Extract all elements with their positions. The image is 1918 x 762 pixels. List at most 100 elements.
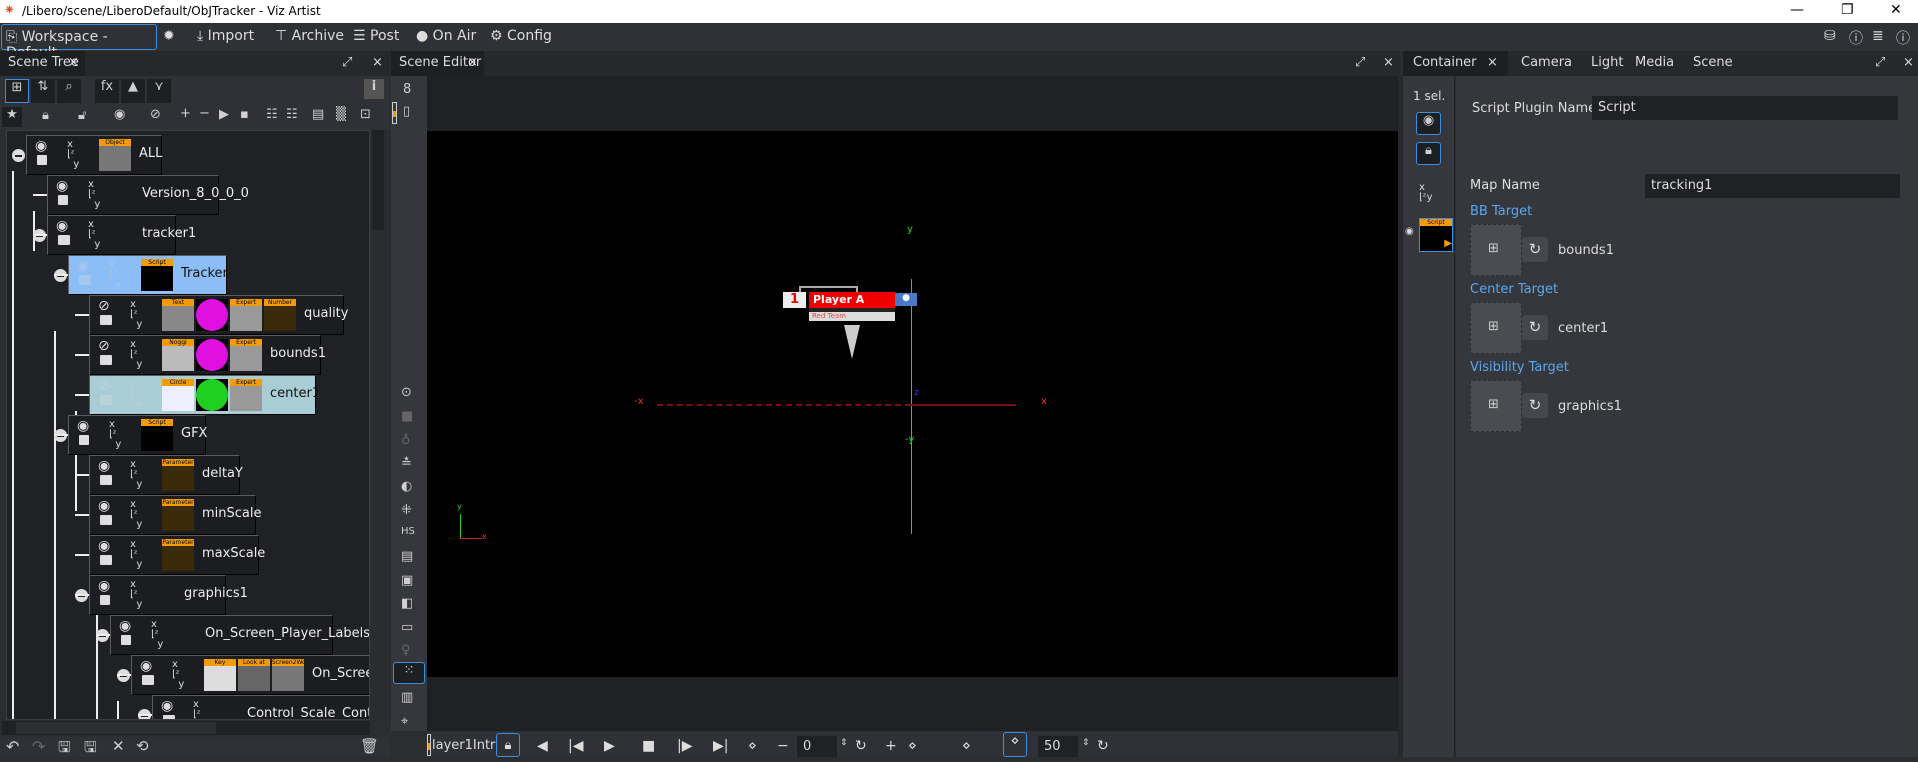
tree-row-center1[interactable]: ⊘ x ⌊ᶻ y Circle Expert center1 [89,375,320,415]
tree-row-bounds1[interactable]: ⊘ x ⌊ᶻ y Noggi Expert bounds1 [89,335,326,375]
play-icon[interactable]: ▶ [219,107,229,122]
lock-icon[interactable]: 🔒︎ [1416,142,1441,165]
tree-row-gfx[interactable]: ◉ x ⌊ᶻ y Script GFX [68,415,207,455]
unlock-all-icon[interactable]: 🔓︎ [78,108,86,123]
spin-arrows-icon[interactable]: ⇕ [1082,738,1090,748]
maximize-icon[interactable]: ⤢ [1875,55,1885,70]
end-frame-field[interactable]: 50 [1038,736,1078,757]
keyframe-icon[interactable]: ⋄ [962,738,971,754]
lock-icon[interactable] [100,555,112,565]
render-viewport[interactable]: y -y -x x z 1 Player A ● Red Team y x [427,131,1398,677]
tree-vertical-scrollbar[interactable] [371,130,385,722]
trash-icon[interactable]: 🗑︎ [360,737,379,755]
eye-icon[interactable]: ◉ [119,618,131,634]
tab-light[interactable]: Light [1591,55,1623,70]
hs-icon[interactable]: HS [401,526,415,537]
lock-icon[interactable] [58,235,70,245]
lock-icon[interactable] [100,515,112,525]
tree-sort-icon[interactable]: ⇅ [31,79,55,103]
info-button[interactable]: i [364,79,384,99]
camera-icon[interactable]: ■ [401,409,413,424]
plugin-thumbnail[interactable]: Number [264,299,296,331]
plugin-thumbnail[interactable] [196,339,228,371]
lock-icon[interactable] [100,315,112,325]
camera-snapshot-icon[interactable]: ⊙ [401,385,412,400]
lock-icon[interactable] [100,355,112,365]
lock-icon[interactable] [142,675,154,685]
plugin-thumbnail[interactable]: Key [204,659,236,691]
tab-scene-editor[interactable]: Scene Editor × [391,51,484,76]
decrement-icon[interactable]: − [777,738,789,754]
transform-icon[interactable]: ⁜ [401,503,412,518]
go-to-end-icon[interactable]: ▶| [713,738,728,754]
plugin-thumbnail[interactable]: Expert [230,299,262,331]
transform-axis-icon[interactable]: x⌊ᶻ y [130,580,142,610]
bb-target-reset-icon[interactable]: ↻ [1522,237,1548,262]
transform-axis-icon[interactable]: x⌊ᶻ y [172,660,184,690]
unlock-icon[interactable] [37,155,47,165]
plugin-thumbnail[interactable] [196,379,228,411]
plugin-thumbnail[interactable]: Parameter [162,539,194,571]
transform-axis-icon[interactable]: x⌊ᶻ y [130,380,142,410]
plugin-thumbnail[interactable]: Noggi [162,339,194,371]
loop-icon[interactable]: ↻ [855,738,867,754]
eye-icon[interactable]: ◉ [98,458,110,474]
eye-icon[interactable]: ◉ [56,218,68,234]
tab-container[interactable]: Container × [1403,51,1508,76]
spin-arrows-icon[interactable]: ⇕ [840,738,848,748]
tree-row-minscale[interactable]: ◉ x ⌊ᶻ y Parameter minScale [89,495,262,535]
transform-axis-icon[interactable]: x⌊ᶻ y [130,340,142,370]
scrollbar-thumb[interactable] [372,130,384,230]
pattern-icon[interactable]: ▒ [336,107,346,122]
keyframe-prev-icon[interactable]: ⋄ [748,738,757,754]
transform-axis-icon[interactable]: x⌊ᶻ y [130,460,142,490]
tree-view-icon[interactable]: ⊞ [5,79,29,103]
start-frame-field[interactable]: 0 [797,736,837,757]
minimize-button[interactable]: — [1790,2,1804,18]
plugin-thumbnail[interactable]: Parameter [162,459,194,491]
tab-camera[interactable]: Camera [1521,55,1572,70]
go-to-start-icon[interactable]: ◀ [537,738,548,754]
plugin-thumbnail[interactable]: Circle [162,379,194,411]
center-target-reset-icon[interactable]: ↻ [1522,315,1548,340]
transform-axis-icon[interactable]: x⌊ᶻ y [130,540,142,570]
tab-scene[interactable]: Scene [1693,55,1733,70]
eye-icon[interactable]: ◉ [98,578,110,594]
save-icon[interactable]: 🖫 [58,737,71,762]
lock-icon[interactable] [163,715,175,719]
close-scene-icon[interactable]: ✕ [112,737,125,755]
plugin-thumbnail[interactable] [196,299,228,331]
layer-panel-icon[interactable]: ▯ [403,104,410,119]
workspace-selector[interactable]: ⎘ Workspace - Default [1,24,157,61]
eye-icon[interactable]: ◉ [161,698,173,714]
image-icon[interactable]: ▲ [121,79,145,103]
tree-row-version-8-0-0-0[interactable]: ◉ x ⌊ᶻ y Version_8_0_0_0 [47,175,249,215]
script-plugin-thumbnail[interactable]: Script ▶ [1419,218,1453,252]
show-all-eye-icon[interactable]: ◉ [114,107,125,122]
plugin-thumbnail[interactable]: Expert [230,379,262,411]
increment-icon[interactable]: + [885,738,897,754]
post-button[interactable]: ☰ Post [353,28,399,44]
close-tab-icon[interactable]: × [1487,55,1498,70]
plugin-thumbnail[interactable]: Look at [238,659,270,691]
unlock-icon[interactable] [121,635,131,645]
reload-icon[interactable]: ⟲ [136,737,149,755]
close-panel-icon[interactable]: × [1903,55,1914,70]
restore-button[interactable]: ❐ [1841,2,1854,18]
plugin-thumbnail[interactable]: Screen2World [272,659,304,691]
tree-horizontal-scrollbar[interactable] [2,721,370,735]
step-back-icon[interactable]: |◀ [568,738,583,754]
center-icon[interactable]: ⌖ [401,714,408,729]
tab-scene-tree[interactable]: Scene Tree × [0,51,85,76]
add-group-icon[interactable]: ⊡ [360,107,371,122]
tree-row-quality[interactable]: ⊘ x ⌊ᶻ y Text Expert Number quality [89,295,348,335]
info-icon[interactable]: ⓘ [1896,28,1910,48]
script-plugin-name-field[interactable]: Script [1592,96,1898,120]
transform-axis-icon[interactable]: x⌊ᶻ y [151,620,163,650]
tree-row-on-screen-player-labels[interactable]: ◉ x ⌊ᶻ y On_Screen_Player_Labels [110,615,369,655]
maximize-icon[interactable]: ⤢ [1355,55,1365,70]
transform-axis-icon[interactable]: x⌊ᶻ y [193,700,205,720]
unlock-icon[interactable] [100,595,110,605]
save-as-icon[interactable]: 🖫 [84,737,97,762]
lock-icon[interactable] [100,475,112,485]
